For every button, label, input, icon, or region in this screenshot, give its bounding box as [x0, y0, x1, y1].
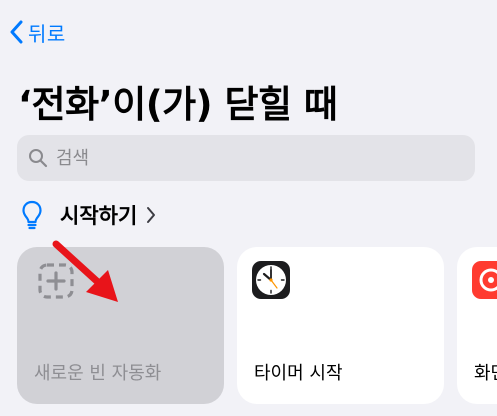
search-icon — [28, 148, 48, 168]
clock-icon — [252, 261, 290, 299]
partial-card-label: 화면 — [474, 363, 497, 384]
new-blank-automation-card[interactable]: 새로운 빈 자동화 — [17, 247, 224, 404]
page-title: ‘전화’이(가) 닫힐 때 — [18, 83, 338, 126]
start-timer-card[interactable]: 타이머 시작 — [237, 247, 444, 404]
back-button[interactable]: 뒤로 — [6, 16, 66, 48]
partial-automation-card[interactable]: 화면 — [457, 247, 497, 404]
dashed-plus-square-icon — [37, 262, 75, 300]
red-app-icon — [472, 261, 497, 299]
search-input[interactable] — [54, 146, 458, 170]
chevron-right-icon — [145, 205, 157, 225]
search-bar[interactable] — [17, 135, 475, 181]
start-timer-label: 타이머 시작 — [254, 363, 343, 384]
lightbulb-icon — [22, 200, 42, 230]
back-label: 뒤로 — [28, 21, 66, 46]
chevron-left-icon — [6, 18, 26, 46]
getting-started-link[interactable]: 시작하기 — [22, 198, 157, 232]
getting-started-label: 시작하기 — [60, 204, 138, 228]
new-blank-automation-label: 새로운 빈 자동화 — [34, 363, 162, 384]
